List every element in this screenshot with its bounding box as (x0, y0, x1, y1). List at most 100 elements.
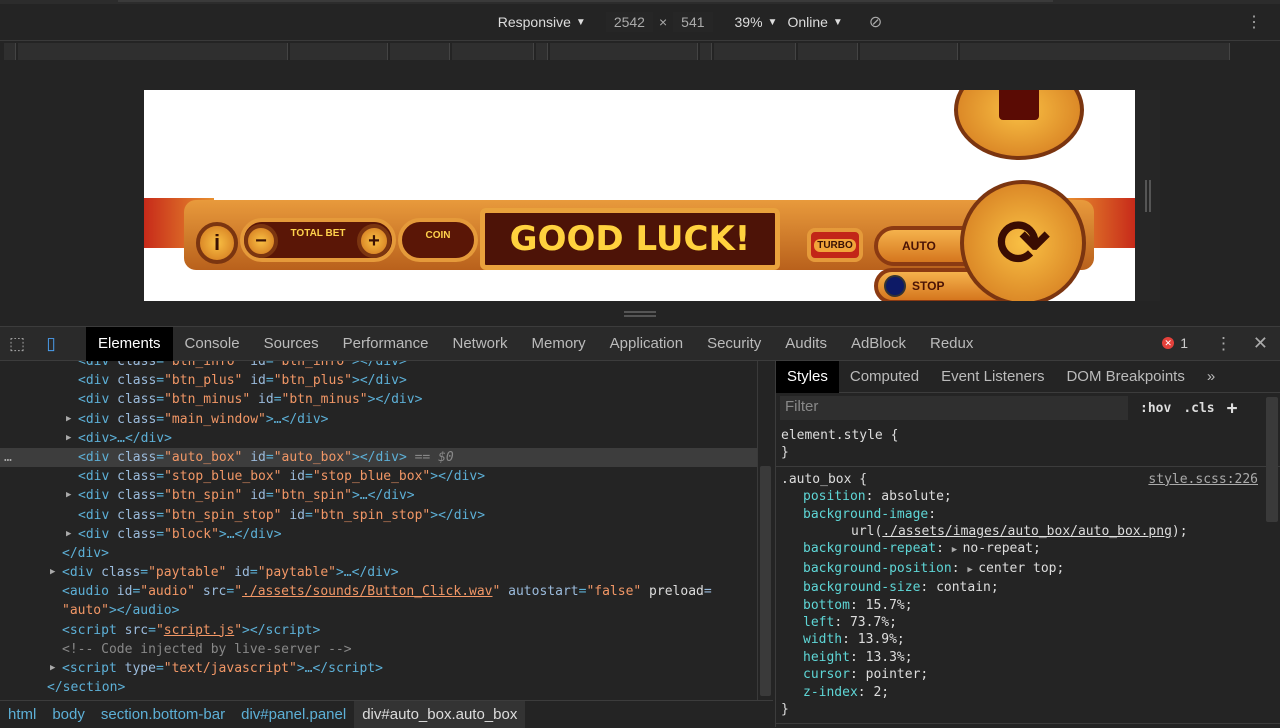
dom-node[interactable]: </section> (0, 678, 757, 697)
styles-pane: Styles Computed Event Listeners DOM Breakpo… (775, 360, 1280, 727)
close-devtools-icon[interactable]: ✕ (1253, 333, 1268, 354)
dom-node[interactable]: … <div class="auto_box" id="auto_box"></d… (0, 447, 757, 468)
device-toggle-icon[interactable]: ▯ (34, 334, 68, 354)
error-count-badge[interactable]: ✕ 1 (1162, 335, 1188, 351)
expand-triangle-icon[interactable]: ▶ (66, 486, 71, 505)
device-select[interactable]: Responsive ▼ (498, 14, 586, 30)
devtools-menu-icon[interactable]: ⋮ (1215, 334, 1232, 354)
dom-node[interactable]: <!-- Code injected by live-server --> (0, 640, 757, 659)
total-bet-label: TOTAL BET (290, 228, 346, 239)
css-property[interactable]: left: 73.7%; (781, 614, 1275, 631)
height-input[interactable]: 541 (673, 12, 713, 32)
css-property[interactable]: height: 13.3%; (781, 649, 1275, 666)
styles-tab-dom-breakpoints[interactable]: DOM Breakpoints (1055, 361, 1195, 393)
tab-audits[interactable]: Audits (773, 327, 839, 361)
tab-performance[interactable]: Performance (331, 327, 441, 361)
styles-tab-event-listeners[interactable]: Event Listeners (930, 361, 1055, 393)
dom-node[interactable]: ▶ <div class="main_window">…</div> (0, 410, 757, 429)
media-query-bar[interactable] (0, 40, 1280, 62)
styles-filter-input[interactable]: Filter (780, 396, 1128, 420)
dom-node[interactable]: <audio id="audio" src="./assets/sounds/B… (0, 582, 757, 601)
dom-node[interactable]: ▶ <script type="text/javascript">…</scrip… (0, 659, 757, 678)
throttle-select[interactable]: Online ▼ (787, 14, 842, 30)
dom-node[interactable]: <script src="script.js"></script> (0, 621, 757, 640)
rule-close: } (781, 702, 789, 718)
inspect-element-icon[interactable]: ⬚ (0, 334, 34, 354)
dom-node[interactable]: <div class="btn_plus" id="btn_plus"></di… (0, 371, 757, 390)
css-property[interactable]: background-position: ▶ center top; (781, 560, 1275, 579)
css-property[interactable]: background-repeat: ▶ no-repeat; (781, 540, 1275, 559)
css-property[interactable]: width: 13.9%; (781, 631, 1275, 648)
zoom-select[interactable]: 39% ▼ (735, 14, 778, 30)
dom-node[interactable]: <div class="btn_info" id="btn_info"></di… (0, 361, 757, 371)
breadcrumb: html body section.bottom-bar div#panel.pane… (0, 700, 773, 728)
auto-box-rule[interactable]: .auto_box { style.scss:226 position: abs… (776, 467, 1280, 724)
more-options-icon[interactable]: ⋮ (1246, 12, 1262, 32)
plus-button[interactable]: + (357, 224, 391, 258)
css-property[interactable]: background-image: (781, 506, 1275, 523)
spin-button[interactable]: ⟳ (960, 180, 1086, 301)
element-style-selector: element.style { (781, 428, 899, 443)
breadcrumb-item[interactable]: section.bottom-bar (93, 701, 233, 728)
breadcrumb-item[interactable]: html (0, 701, 44, 728)
good-luck-text: GOOD LUCK! (509, 219, 751, 259)
width-input[interactable]: 2542 (605, 12, 653, 32)
spin-stop-button[interactable] (954, 90, 1084, 160)
device-toolbar: Responsive ▼ 2542 × 541 39% ▼ Online ▼ ⊘ ⋮ (0, 4, 1280, 40)
cls-toggle[interactable]: .cls (1183, 401, 1214, 416)
css-property[interactable]: cursor: pointer; (781, 666, 1275, 683)
dom-node[interactable]: <div class="stop_blue_box" id="stop_blue… (0, 467, 757, 486)
css-property[interactable]: background-size: contain; (781, 579, 1275, 596)
minus-button[interactable]: − (244, 224, 278, 258)
tab-network[interactable]: Network (440, 327, 519, 361)
breadcrumb-item[interactable]: div#auto_box.auto_box (354, 700, 526, 728)
resize-handle-right[interactable] (1145, 180, 1151, 212)
turbo-button[interactable]: TURBO (807, 228, 863, 262)
expand-triangle-icon[interactable]: ▶ (50, 659, 55, 678)
elements-tree[interactable]: <div class="btn_info" id="btn_info"></di… (0, 361, 757, 700)
dom-node[interactable]: "auto"></audio> (0, 601, 757, 620)
css-property[interactable]: z-index: 2; (781, 684, 1275, 701)
dom-node[interactable]: <div class="btn_spin_stop" id="btn_spin_… (0, 506, 757, 525)
dom-node[interactable]: ▶ <div class="paytable" id="paytable">…</… (0, 563, 757, 582)
tab-redux[interactable]: Redux (918, 327, 985, 361)
elements-scrollbar[interactable] (757, 361, 773, 700)
css-property[interactable]: position: absolute; (781, 488, 1275, 505)
tab-console[interactable]: Console (173, 327, 252, 361)
dom-node[interactable]: ▶ <div class="btn_spin" id="btn_spin">…</… (0, 486, 757, 505)
styles-tab-computed[interactable]: Computed (839, 361, 930, 393)
dom-node[interactable]: </div> (0, 544, 757, 563)
rule-source-link[interactable]: style.scss:226 (1148, 471, 1258, 488)
styles-tab-styles[interactable]: Styles (776, 360, 839, 393)
tab-application[interactable]: Application (598, 327, 695, 361)
css-property[interactable]: url(./assets/images/auto_box/auto_box.pn… (781, 523, 1275, 540)
spin-arrows-icon: ⟳ (996, 206, 1050, 279)
css-property[interactable]: bottom: 15.7%; (781, 597, 1275, 614)
tab-memory[interactable]: Memory (520, 327, 598, 361)
expand-triangle-icon[interactable]: ▶ (66, 410, 71, 429)
resize-handle-bottom[interactable] (624, 311, 656, 317)
throttle-label: Online (787, 14, 828, 30)
times-sign: × (658, 14, 668, 30)
element-style-rule[interactable]: element.style { } (776, 423, 1280, 467)
dom-node[interactable]: <div class="btn_minus" id="btn_minus"></… (0, 390, 757, 409)
tab-security[interactable]: Security (695, 327, 773, 361)
expand-triangle-icon[interactable]: ▶ (66, 429, 71, 448)
dom-node[interactable]: ▶ <div class="block">…</div> (0, 525, 757, 544)
styles-tab-more[interactable]: » (1196, 361, 1226, 393)
dom-node[interactable]: ▶ <div>…</div> (0, 429, 757, 448)
tab-adblock[interactable]: AdBlock (839, 327, 918, 361)
hov-toggle[interactable]: :hov (1140, 401, 1171, 416)
breadcrumb-item[interactable]: body (44, 701, 93, 728)
rotate-icon[interactable]: ⊘ (869, 12, 882, 32)
new-style-rule-button[interactable]: + (1227, 398, 1238, 419)
breadcrumb-item[interactable]: div#panel.panel (233, 701, 354, 728)
tab-sources[interactable]: Sources (252, 327, 331, 361)
blue-dot-icon (884, 275, 906, 297)
styles-scrollbar[interactable] (1266, 397, 1278, 522)
expand-triangle-icon[interactable]: ▶ (50, 563, 55, 582)
info-button[interactable]: i (196, 222, 238, 264)
tab-elements[interactable]: Elements (86, 326, 173, 361)
expand-triangle-icon[interactable]: ▶ (66, 525, 71, 544)
device-viewport[interactable]: i TOTAL BET − + COIN GOOD LUCK! TURBO AU… (144, 90, 1135, 301)
